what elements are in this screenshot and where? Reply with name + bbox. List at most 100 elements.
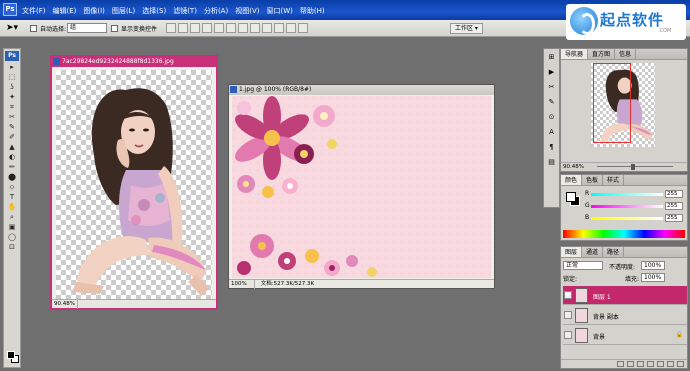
menu-image[interactable]: 图像(I)	[83, 6, 105, 16]
color-fg-swatch[interactable]	[566, 192, 576, 202]
history-icon[interactable]: ⊞	[546, 52, 558, 63]
align-vcenter-icon[interactable]	[178, 23, 188, 33]
tab-info[interactable]: 信息	[615, 49, 637, 59]
channel-r-value[interactable]: 255	[665, 190, 683, 198]
clone-source-icon[interactable]: ⊙	[546, 112, 558, 123]
menu-window[interactable]: 窗口(W)	[266, 6, 292, 16]
tab-color[interactable]: 颜色	[561, 175, 583, 185]
new-layer-icon[interactable]	[667, 361, 674, 367]
hand-tool[interactable]: ✋	[5, 203, 19, 212]
zoom-readout[interactable]: 90.48%	[52, 300, 78, 309]
visibility-eye-icon[interactable]: ●	[564, 291, 572, 299]
move-tool-icon[interactable]: ➤▾	[6, 23, 20, 34]
document-titlebar[interactable]: 7ac29824ed9232424888f8d1336.jpg	[52, 57, 216, 67]
character-icon[interactable]: A	[546, 127, 558, 138]
add-mask-icon[interactable]	[637, 361, 644, 367]
actions-icon[interactable]: ▶	[546, 67, 558, 78]
document-canvas[interactable]	[232, 96, 491, 278]
gradient-tool[interactable]: ⬤	[5, 173, 19, 182]
menu-edit[interactable]: 编辑(E)	[53, 6, 77, 16]
tool-presets-icon[interactable]: ✂	[546, 82, 558, 93]
menu-help[interactable]: 帮助(H)	[300, 6, 325, 16]
healing-tool[interactable]: ✎	[5, 123, 19, 132]
auto-select-dropdown[interactable]: 组	[67, 23, 107, 33]
tab-navigator[interactable]: 导航器	[561, 49, 589, 59]
navigator-zoom[interactable]: 90.48%	[563, 164, 584, 170]
menu-analysis[interactable]: 分析(A)	[204, 6, 228, 16]
distribute-top-icon[interactable]	[238, 23, 248, 33]
slice-tool[interactable]: ✂	[5, 113, 19, 122]
shape-tool[interactable]: ▣	[5, 223, 19, 232]
tab-swatches[interactable]: 色板	[582, 175, 604, 185]
layer-comps-icon[interactable]: ▤	[546, 157, 558, 168]
new-group-icon[interactable]	[657, 361, 664, 367]
distribute-right-icon[interactable]	[298, 23, 308, 33]
opacity-input[interactable]: 100%	[641, 261, 665, 270]
document-window-portrait[interactable]: 7ac29824ed9232424888f8d1336.jpg 90.48%	[50, 55, 218, 310]
blur-tool[interactable]: ⬦	[5, 183, 19, 192]
menu-view[interactable]: 视图(V)	[235, 6, 259, 16]
crop-tool[interactable]: ⌗	[5, 103, 19, 112]
blend-mode-dropdown[interactable]: 正常	[563, 261, 603, 270]
color-spectrum[interactable]	[563, 230, 685, 238]
menu-layer[interactable]: 图层(L)	[112, 6, 135, 16]
brush-tool[interactable]: ✐	[5, 133, 19, 142]
document-titlebar[interactable]: 1.jpg @ 100% (RGB/8#)	[229, 85, 494, 95]
align-top-icon[interactable]	[166, 23, 176, 33]
distribute-left-icon[interactable]	[274, 23, 284, 33]
navigator-view-box[interactable]	[593, 63, 631, 143]
layer-row[interactable]: 背景 🔒	[563, 326, 687, 345]
tab-layers[interactable]: 图层	[561, 247, 583, 257]
align-hcenter-icon[interactable]	[214, 23, 224, 33]
tab-channels[interactable]: 通道	[582, 247, 604, 257]
layer-style-icon[interactable]	[627, 361, 634, 367]
workspace-button[interactable]: 工作区 ▾	[450, 23, 483, 34]
screen-mode-icon[interactable]: ⊡	[5, 243, 19, 252]
link-layers-icon[interactable]	[617, 361, 624, 367]
document-window-floral[interactable]: 1.jpg @ 100% (RGB/8#) 100% 文档:527.3K/527…	[228, 84, 495, 289]
channel-b-value[interactable]: 255	[665, 214, 683, 222]
channel-b-slider[interactable]	[591, 217, 663, 220]
visibility-eye-icon[interactable]	[564, 331, 572, 339]
tab-paths[interactable]: 路径	[603, 247, 625, 257]
type-tool[interactable]: T	[5, 193, 19, 202]
menu-select[interactable]: 选择(S)	[142, 6, 166, 16]
delete-layer-icon[interactable]	[677, 361, 684, 367]
tab-styles[interactable]: 样式	[603, 175, 625, 185]
align-bottom-icon[interactable]	[190, 23, 200, 33]
paragraph-icon[interactable]: ¶	[546, 142, 558, 153]
distribute-hcenter-icon[interactable]	[286, 23, 296, 33]
distribute-vcenter-icon[interactable]	[250, 23, 260, 33]
move-tool[interactable]: ▸	[5, 63, 19, 72]
channel-r-slider[interactable]	[591, 193, 663, 196]
history-brush-tool[interactable]: ◐	[5, 153, 19, 162]
zoom-tool[interactable]: ⌕	[5, 213, 19, 222]
quick-mask-icon[interactable]: ◯	[5, 233, 19, 242]
layer-row[interactable]: ● 图层 1	[563, 286, 687, 305]
lasso-tool[interactable]: ʖ	[5, 83, 19, 92]
auto-select-checkbox[interactable]	[30, 25, 37, 32]
adjustment-layer-icon[interactable]	[647, 361, 654, 367]
navigator-zoom-knob[interactable]	[631, 164, 635, 170]
eraser-tool[interactable]: ✏	[5, 163, 19, 172]
visibility-eye-icon[interactable]	[564, 311, 572, 319]
zoom-readout[interactable]: 100%	[229, 280, 255, 289]
brushes-icon[interactable]: ✎	[546, 97, 558, 108]
marquee-tool[interactable]: ⬚	[5, 73, 19, 82]
layer-row[interactable]: 背景 副本	[563, 306, 687, 325]
document-canvas[interactable]	[56, 70, 212, 301]
magic-wand-tool[interactable]: ✦	[5, 93, 19, 102]
show-transform-checkbox[interactable]	[111, 25, 118, 32]
foreground-color-swatch[interactable]	[7, 351, 15, 359]
clone-stamp-tool[interactable]: ▲	[5, 143, 19, 152]
channel-g-value[interactable]: 255	[665, 202, 683, 210]
fill-input[interactable]: 100%	[641, 273, 665, 282]
menu-file[interactable]: 文件(F)	[22, 6, 46, 16]
navigator-zoom-slider[interactable]	[597, 166, 673, 167]
distribute-bottom-icon[interactable]	[262, 23, 272, 33]
channel-g-slider[interactable]	[591, 205, 663, 208]
menu-filter[interactable]: 滤镜(T)	[173, 6, 197, 16]
tab-histogram[interactable]: 直方图	[588, 49, 616, 59]
align-right-icon[interactable]	[226, 23, 236, 33]
align-left-icon[interactable]	[202, 23, 212, 33]
